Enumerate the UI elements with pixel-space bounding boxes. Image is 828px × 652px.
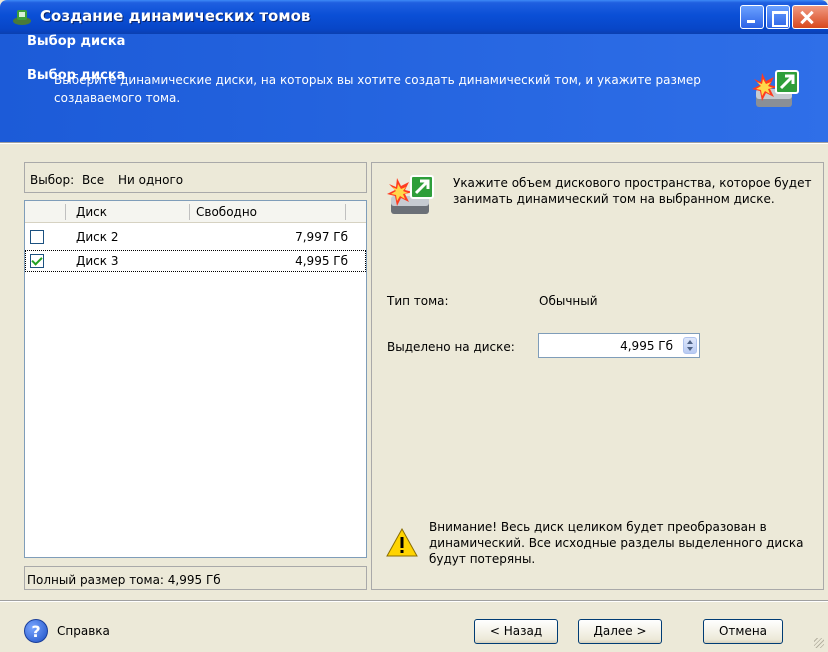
volume-type-label: Тип тома: (387, 294, 449, 308)
volume-type-value: Обычный (539, 294, 598, 308)
selection-label: Выбор: (30, 173, 75, 187)
help-link[interactable]: ? Справка (24, 619, 110, 643)
column-divider[interactable] (189, 204, 190, 220)
list-header: Диск Свободно (25, 201, 366, 223)
total-size-bar: Полный размер тома: 4,995 Гб (24, 566, 367, 590)
disk-selection-panel: Выбор: Все Ни одного Диск Свободно Диск … (24, 162, 367, 590)
allocated-size-input[interactable]: 4,995 Гб (538, 333, 700, 358)
column-divider[interactable] (65, 204, 66, 220)
help-icon[interactable]: ? (24, 619, 48, 643)
close-button[interactable] (792, 5, 828, 29)
select-all-link[interactable]: Все (82, 173, 104, 187)
maximize-button[interactable] (766, 5, 790, 29)
app-icon (13, 10, 31, 25)
volume-settings-panel: Укажите объем дискового пространства, ко… (371, 162, 824, 590)
size-spinner[interactable] (683, 337, 697, 354)
disk-free-space: 4,995 Гб (295, 254, 348, 268)
cancel-button[interactable]: Отмена (703, 619, 783, 644)
step-title-text: Выбор диска (27, 34, 126, 49)
total-size-text: Полный размер тома: 4,995 Гб (27, 573, 221, 587)
step-description: Выберите динамические диски, на которых … (54, 73, 701, 105)
title-bar[interactable]: Создание динамических томов (0, 0, 828, 34)
next-button[interactable]: Далее > (578, 619, 662, 644)
header-separator (0, 142, 828, 144)
disk-name: Диск 2 (76, 230, 119, 244)
disk-checkbox[interactable] (30, 230, 44, 244)
minimize-button[interactable] (740, 5, 764, 29)
resize-grip[interactable] (814, 638, 824, 648)
column-divider[interactable] (345, 204, 346, 220)
warning-text: Внимание! Весь диск целиком будет преобр… (429, 520, 804, 566)
disk-checkbox[interactable] (30, 254, 44, 268)
select-none-link[interactable]: Ни одного (118, 173, 183, 187)
back-button[interactable]: < Назад (474, 619, 558, 644)
footer-separator (0, 600, 828, 602)
dynamic-disk-icon (387, 175, 434, 214)
list-item-disk-3[interactable]: Диск 3 4,995 Гб (25, 250, 366, 272)
allocated-label: Выделено на диске: (387, 340, 515, 354)
disk-list[interactable]: Диск Свободно Диск 2 7,997 Гб Диск 3 4,9… (24, 200, 367, 558)
instruction-text: Укажите объем дискового пространства, ко… (453, 176, 812, 206)
warning-icon (386, 528, 418, 557)
column-header-free[interactable]: Свободно (196, 205, 257, 219)
allocated-size-value: 4,995 Гб (620, 339, 673, 353)
window-title: Создание динамических томов (40, 7, 311, 25)
list-item-disk-2[interactable]: Диск 2 7,997 Гб (25, 226, 366, 248)
disk-free-space: 7,997 Гб (295, 230, 348, 244)
dynamic-volume-icon (752, 70, 799, 107)
help-label[interactable]: Справка (57, 624, 110, 638)
disk-name: Диск 3 (76, 254, 119, 268)
column-header-disk[interactable]: Диск (76, 205, 107, 219)
selection-bar: Выбор: Все Ни одного (24, 162, 367, 193)
